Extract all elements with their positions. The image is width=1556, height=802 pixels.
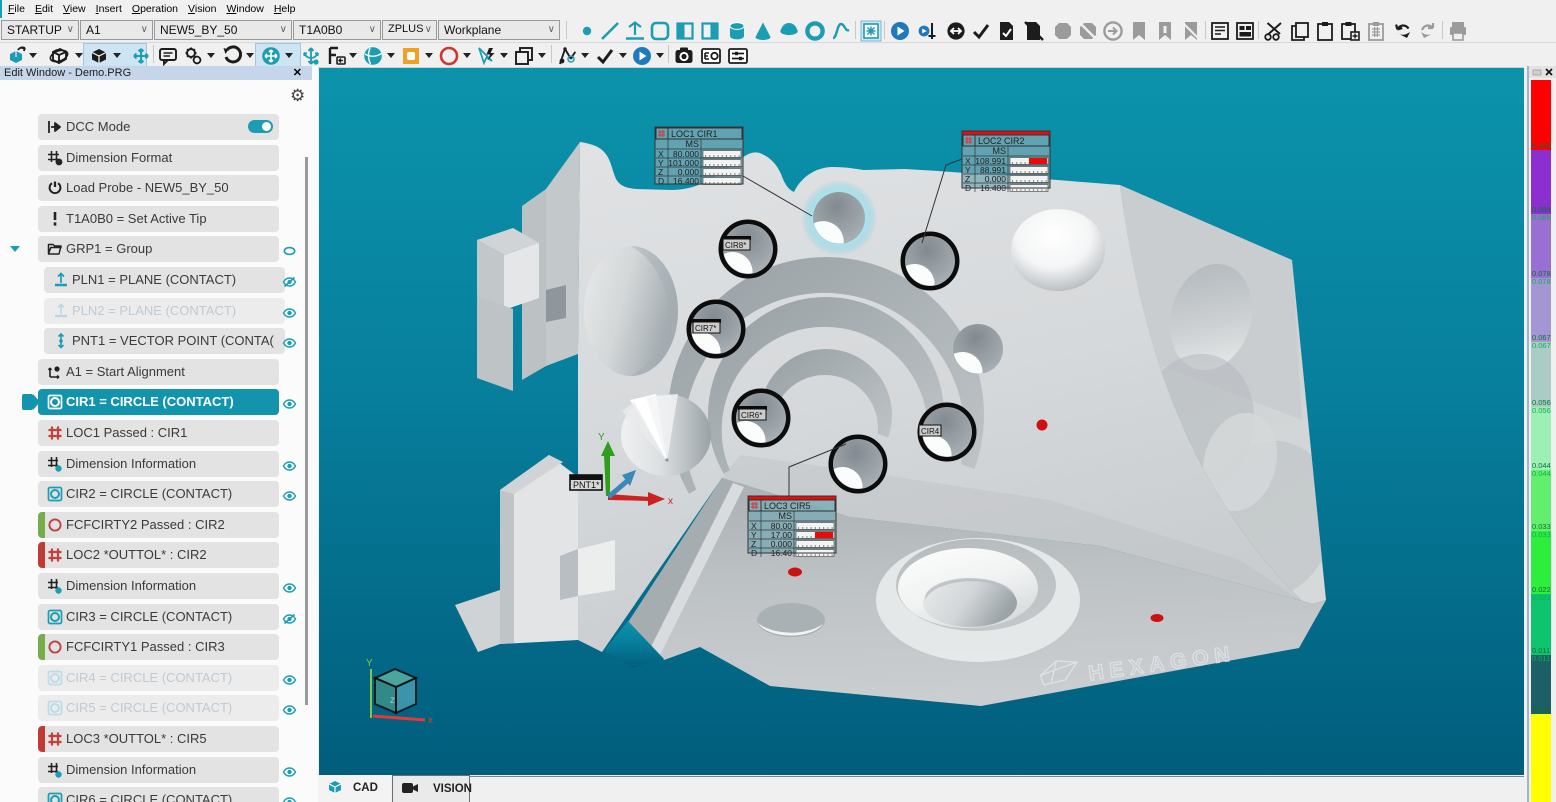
svg-text:0.067: 0.067: [1532, 341, 1551, 350]
svg-text:PNT1*: PNT1*: [573, 480, 600, 490]
svg-text:MS: MS: [686, 139, 700, 149]
svg-text:0.044: 0.044: [1532, 469, 1551, 478]
svg-text:LOC3 CIR5: LOC3 CIR5: [764, 501, 811, 511]
svg-text:0.056: 0.056: [1532, 406, 1551, 415]
svg-text:0.089: 0.089: [1532, 213, 1551, 222]
svg-text:0.022: 0.022: [1532, 593, 1551, 602]
svg-text:CIR4: CIR4: [921, 427, 940, 436]
svg-text:Y: Y: [366, 658, 373, 669]
svg-text:MS: MS: [779, 511, 793, 521]
svg-text:LOC2 CIR2: LOC2 CIR2: [978, 136, 1025, 146]
svg-text:0.000: 0.000: [1532, 705, 1551, 714]
svg-text:CIR7*: CIR7*: [695, 324, 716, 333]
svg-text:CIR6*: CIR6*: [741, 411, 762, 420]
svg-text:z: z: [390, 695, 395, 706]
svg-text:0.011: 0.011: [1532, 654, 1550, 663]
svg-text:MS: MS: [993, 146, 1007, 156]
svg-text:0.078: 0.078: [1532, 277, 1551, 286]
svg-text:Y: Y: [598, 432, 605, 443]
svg-text:LOC1 CIR1: LOC1 CIR1: [671, 129, 718, 139]
svg-text:x: x: [668, 496, 673, 507]
svg-text:x: x: [428, 715, 433, 726]
svg-text:0.100: 0.100: [1532, 141, 1551, 150]
svg-text:0.033: 0.033: [1532, 530, 1551, 539]
svg-text:CIR8*: CIR8*: [725, 241, 746, 250]
